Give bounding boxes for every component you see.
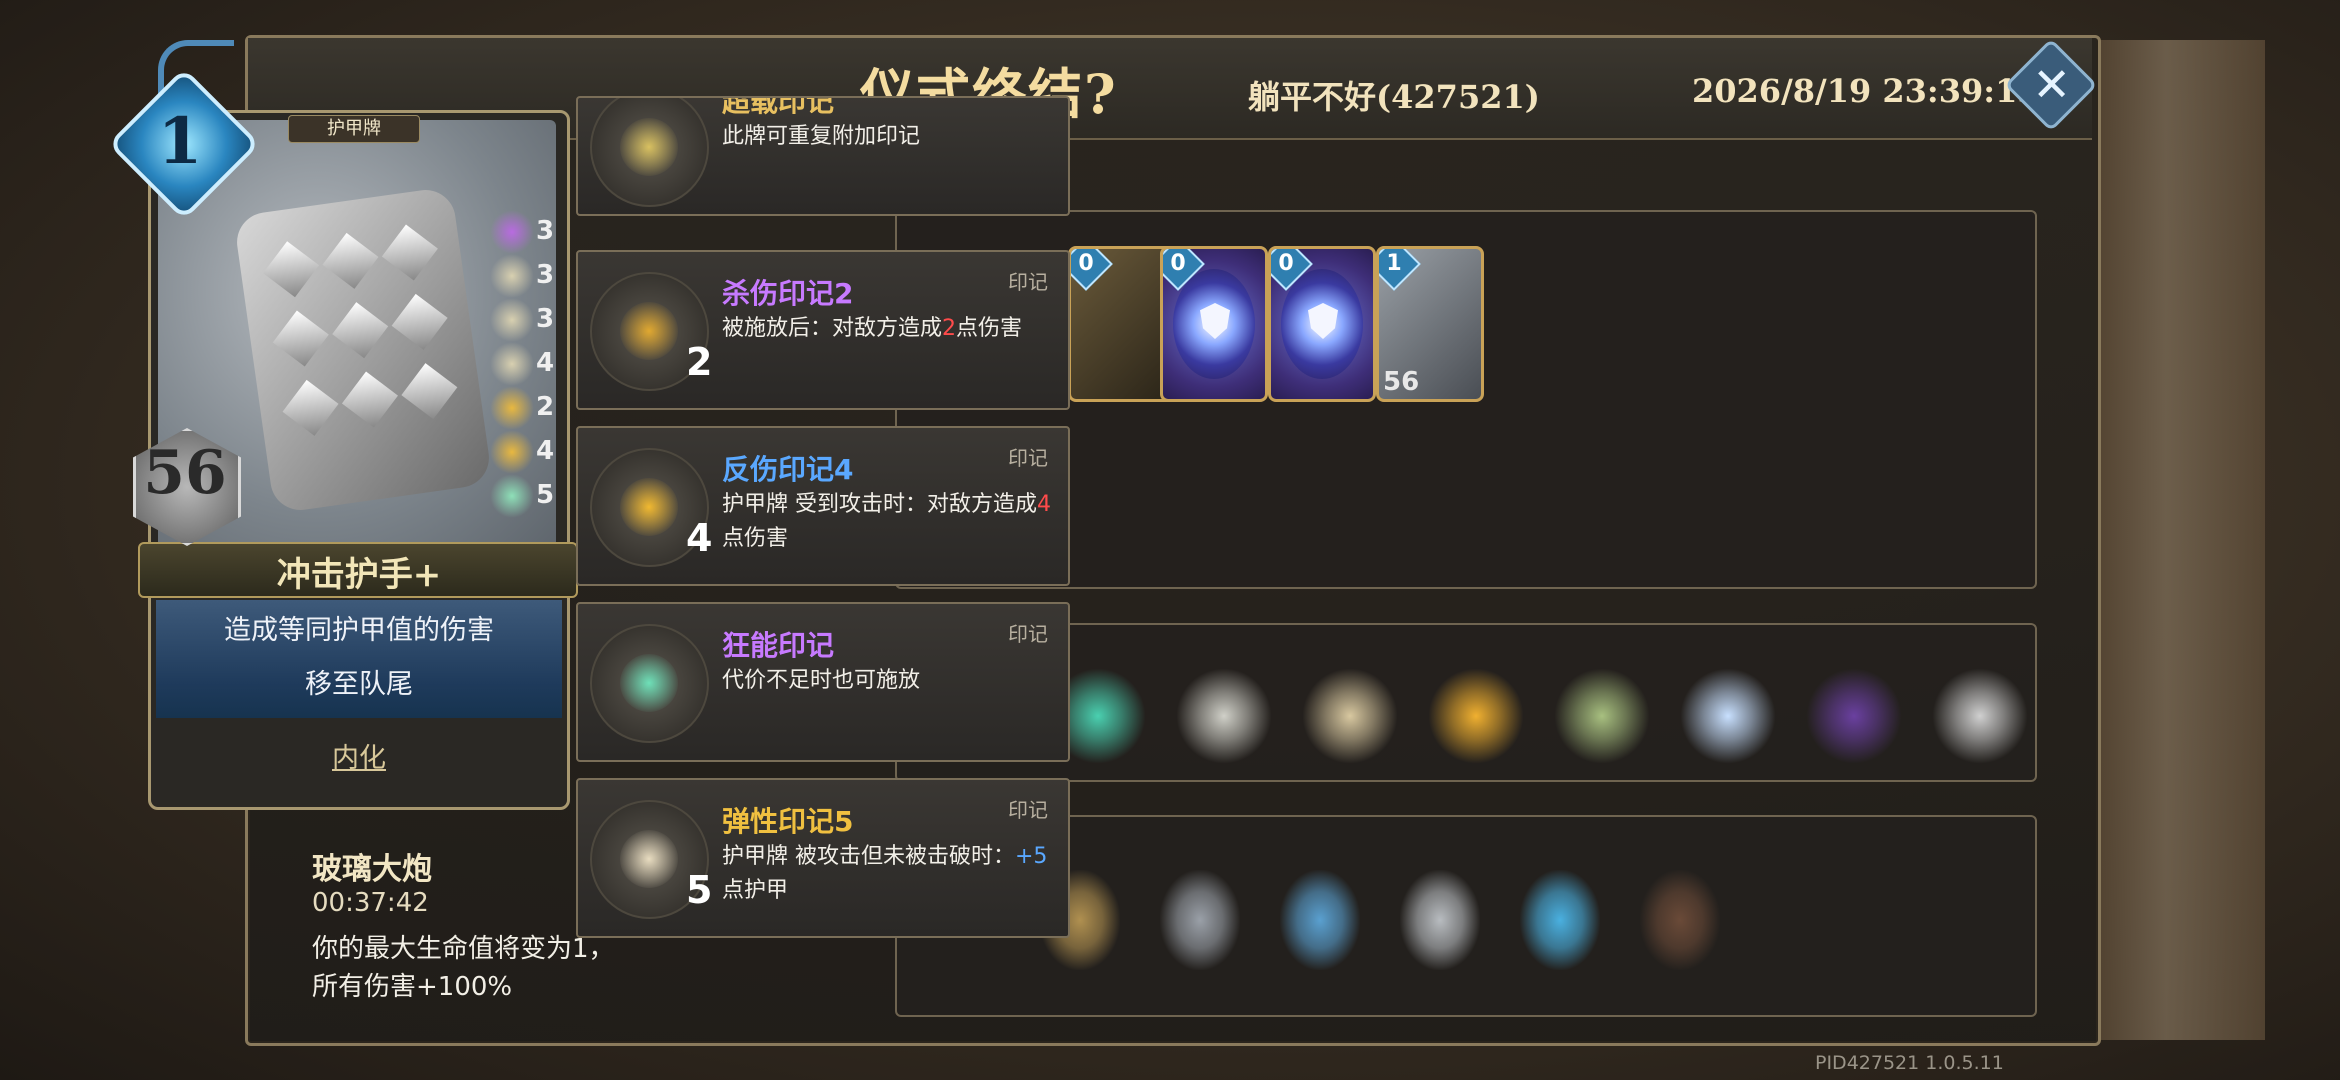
- mark-description: 护甲牌 受到攻击时：对敌方造成4 点伤害: [722, 488, 1052, 556]
- mark-description-part: +5: [1015, 844, 1048, 869]
- mark-glyph-icon: [620, 302, 678, 360]
- card-type-label: 护甲牌: [288, 115, 420, 143]
- mark-title: 弹性印记5: [722, 805, 854, 838]
- deck-card-armor: 56: [1383, 367, 1420, 397]
- mark-title: 杀伤印记2: [722, 277, 854, 310]
- player-name: 躺平不好(427521): [1248, 78, 1540, 116]
- mark-description-part: 点伤害: [722, 526, 789, 551]
- deck-card-cost: 0: [1278, 251, 1294, 276]
- mark-tooltip: 狂能印记 印记代价不足时也可施放: [576, 602, 1070, 762]
- mark-tooltip-icon: [590, 98, 709, 207]
- mark-level: 2: [686, 340, 713, 384]
- cracked-egg-icon[interactable]: [1176, 668, 1272, 764]
- card-mark-level: 3: [536, 216, 555, 246]
- mark-glyph-icon: [620, 654, 678, 712]
- deck-card-cost: 1: [1386, 251, 1402, 276]
- rage-mark-icon: [490, 474, 534, 518]
- boss-desc-line2: 所有伤害+100%: [312, 972, 513, 1002]
- mark-description: 护甲牌 被攻击但未被击破时：+5 点护甲: [722, 840, 1052, 908]
- mark-description-part: 被施放后：对敌方造成: [722, 316, 943, 341]
- mark-description-part: 点护甲: [722, 878, 789, 903]
- scroll-mark-icon: [490, 254, 534, 298]
- ghost-shield-icon[interactable]: [1932, 668, 2028, 764]
- mark-tooltip-icon: [590, 624, 709, 743]
- mark-description-part: 护甲牌 被攻击但未被击破时：: [722, 844, 1015, 869]
- deck-card-cost: 0: [1078, 251, 1094, 276]
- card-name: 冲击护手+: [276, 555, 442, 595]
- deck-card[interactable]: 1 56: [1376, 246, 1484, 402]
- mark-glyph-icon: [620, 118, 678, 176]
- mark-level: 5: [686, 868, 713, 912]
- boss-time: 00:37:42: [312, 888, 429, 918]
- background-wall: [2100, 40, 2265, 1040]
- mark-title: 反伤印记4: [722, 453, 854, 486]
- deck-card-cost-icon: 1: [1379, 249, 1421, 291]
- dark-dragon-icon[interactable]: [1806, 668, 1902, 764]
- card-mark-level: 5: [536, 480, 555, 510]
- build-id: PID427521 1.0.5.11: [1815, 1052, 2004, 1074]
- mark-description-part: 4: [1037, 492, 1051, 517]
- card-cost: 1: [157, 104, 203, 179]
- gauntlet-art-icon: [233, 186, 493, 514]
- card-keyword-link[interactable]: 内化: [148, 736, 570, 775]
- blue-banner-icon[interactable]: [1280, 870, 1360, 970]
- card-mark-level: 3: [536, 260, 555, 290]
- datetime: 2026/8/19 23:39:13: [1692, 72, 2040, 110]
- boss-desc-line1: 你的最大生命值将变为1，: [312, 934, 615, 964]
- mark-tag: 印记: [1008, 446, 1048, 470]
- card-mark-level: 3: [536, 304, 555, 334]
- mark-title: 狂能印记: [722, 629, 835, 662]
- scroll-mark-icon: [490, 342, 534, 386]
- tree-sigil-icon[interactable]: [1302, 668, 1398, 764]
- mark-level: 4: [686, 516, 713, 560]
- close-icon: ✕: [2032, 57, 2071, 112]
- deck-card-cost-icon: 0: [1071, 249, 1113, 291]
- mark-tooltip: 超载印记此牌可重复附加印记: [576, 96, 1070, 216]
- card-mark-level: 2: [536, 392, 555, 422]
- card-mark-level: 4: [536, 436, 555, 466]
- card-mark-level: 4: [536, 348, 555, 378]
- card-effect-line1: 造成等同护甲值的伤害: [224, 615, 494, 646]
- mark-glyph-icon: [620, 830, 678, 888]
- reflect-mark-icon: [490, 430, 534, 474]
- card-mark-column: 3 3 3 4 2 4 5: [490, 210, 560, 530]
- reflect-mark-icon: [490, 386, 534, 430]
- boss-name: 玻璃大炮: [312, 852, 432, 887]
- shield-art-icon: [1173, 269, 1255, 379]
- mark-description: 此牌可重复附加印记: [722, 124, 921, 149]
- scissors-icon[interactable]: [1554, 668, 1650, 764]
- mark-description-part: 点伤害: [956, 316, 1023, 341]
- mark-description: 代价不足时也可施放: [722, 668, 921, 693]
- mark-tag: 印记: [1008, 270, 1048, 294]
- steel-bracer-icon[interactable]: [1160, 870, 1240, 970]
- golden-sword-icon[interactable]: [1428, 668, 1524, 764]
- dark-scroll-icon[interactable]: [1640, 870, 1720, 970]
- mark-glyph-icon: [620, 478, 678, 536]
- plate-armor-icon[interactable]: [1400, 870, 1480, 970]
- kill-mark-icon: [490, 210, 534, 254]
- deck-card-cost: 0: [1170, 251, 1186, 276]
- deck-card[interactable]: 0: [1160, 246, 1268, 402]
- mark-tag: 印记: [1008, 798, 1048, 822]
- mark-tooltip: 5 弹性印记5 印记 护甲牌 被攻击但未被击破时：+5 点护甲: [576, 778, 1070, 938]
- shield-art-icon: [1281, 269, 1363, 379]
- mark-tooltip: 4 反伤印记4 印记 护甲牌 受到攻击时：对敌方造成4点伤害: [576, 426, 1070, 586]
- deck-card[interactable]: 0: [1268, 246, 1376, 402]
- mark-title: 超载印记: [722, 96, 835, 118]
- mark-tooltip: 2 杀伤印记2 印记 被施放后：对敌方造成2点伤害: [576, 250, 1070, 410]
- mark-description-part: 护甲牌 受到攻击时：对敌方造成: [722, 492, 1037, 517]
- blue-gauntlet-icon[interactable]: [1520, 870, 1600, 970]
- holy-shield-icon[interactable]: [1680, 668, 1776, 764]
- mark-tag: 印记: [1008, 622, 1048, 646]
- game-scene: 仪式终结? 躺平不好(427521) 2026/8/19 23:39:13 ✕ …: [0, 0, 2340, 1080]
- scroll-mark-icon: [490, 298, 534, 342]
- card-armor: 56: [143, 438, 227, 508]
- mark-description: 被施放后：对敌方造成2点伤害: [722, 312, 1052, 346]
- card-effect-line2: 移至队尾: [305, 669, 413, 700]
- mark-description-part: 2: [942, 316, 957, 341]
